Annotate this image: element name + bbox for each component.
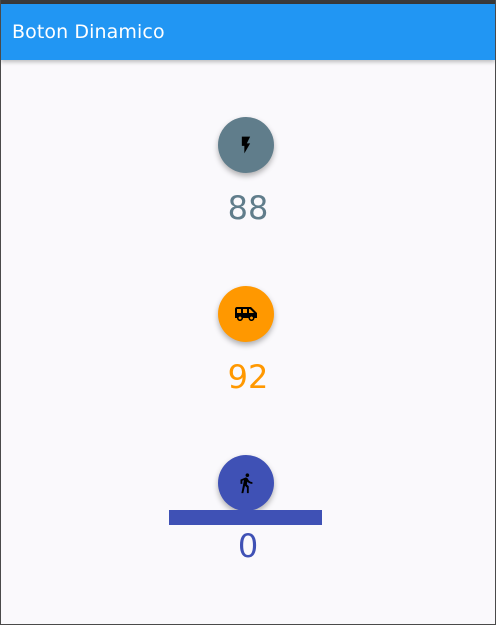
app-screen: Boton Dinamico 88 92 0 — [0, 0, 496, 625]
van-button[interactable] — [218, 286, 274, 342]
van-counter: 92 — [227, 358, 269, 396]
walk-progress-bar — [169, 510, 322, 525]
flash-icon — [241, 136, 251, 154]
flash-counter: 88 — [227, 189, 269, 227]
app-title: Boton Dinamico — [12, 21, 165, 43]
flash-button[interactable] — [218, 117, 274, 173]
van-icon — [235, 307, 257, 321]
app-bar: Boton Dinamico — [1, 4, 495, 60]
walk-counter: 0 — [237, 527, 259, 565]
walk-icon — [240, 473, 253, 494]
walk-button[interactable] — [218, 455, 274, 511]
